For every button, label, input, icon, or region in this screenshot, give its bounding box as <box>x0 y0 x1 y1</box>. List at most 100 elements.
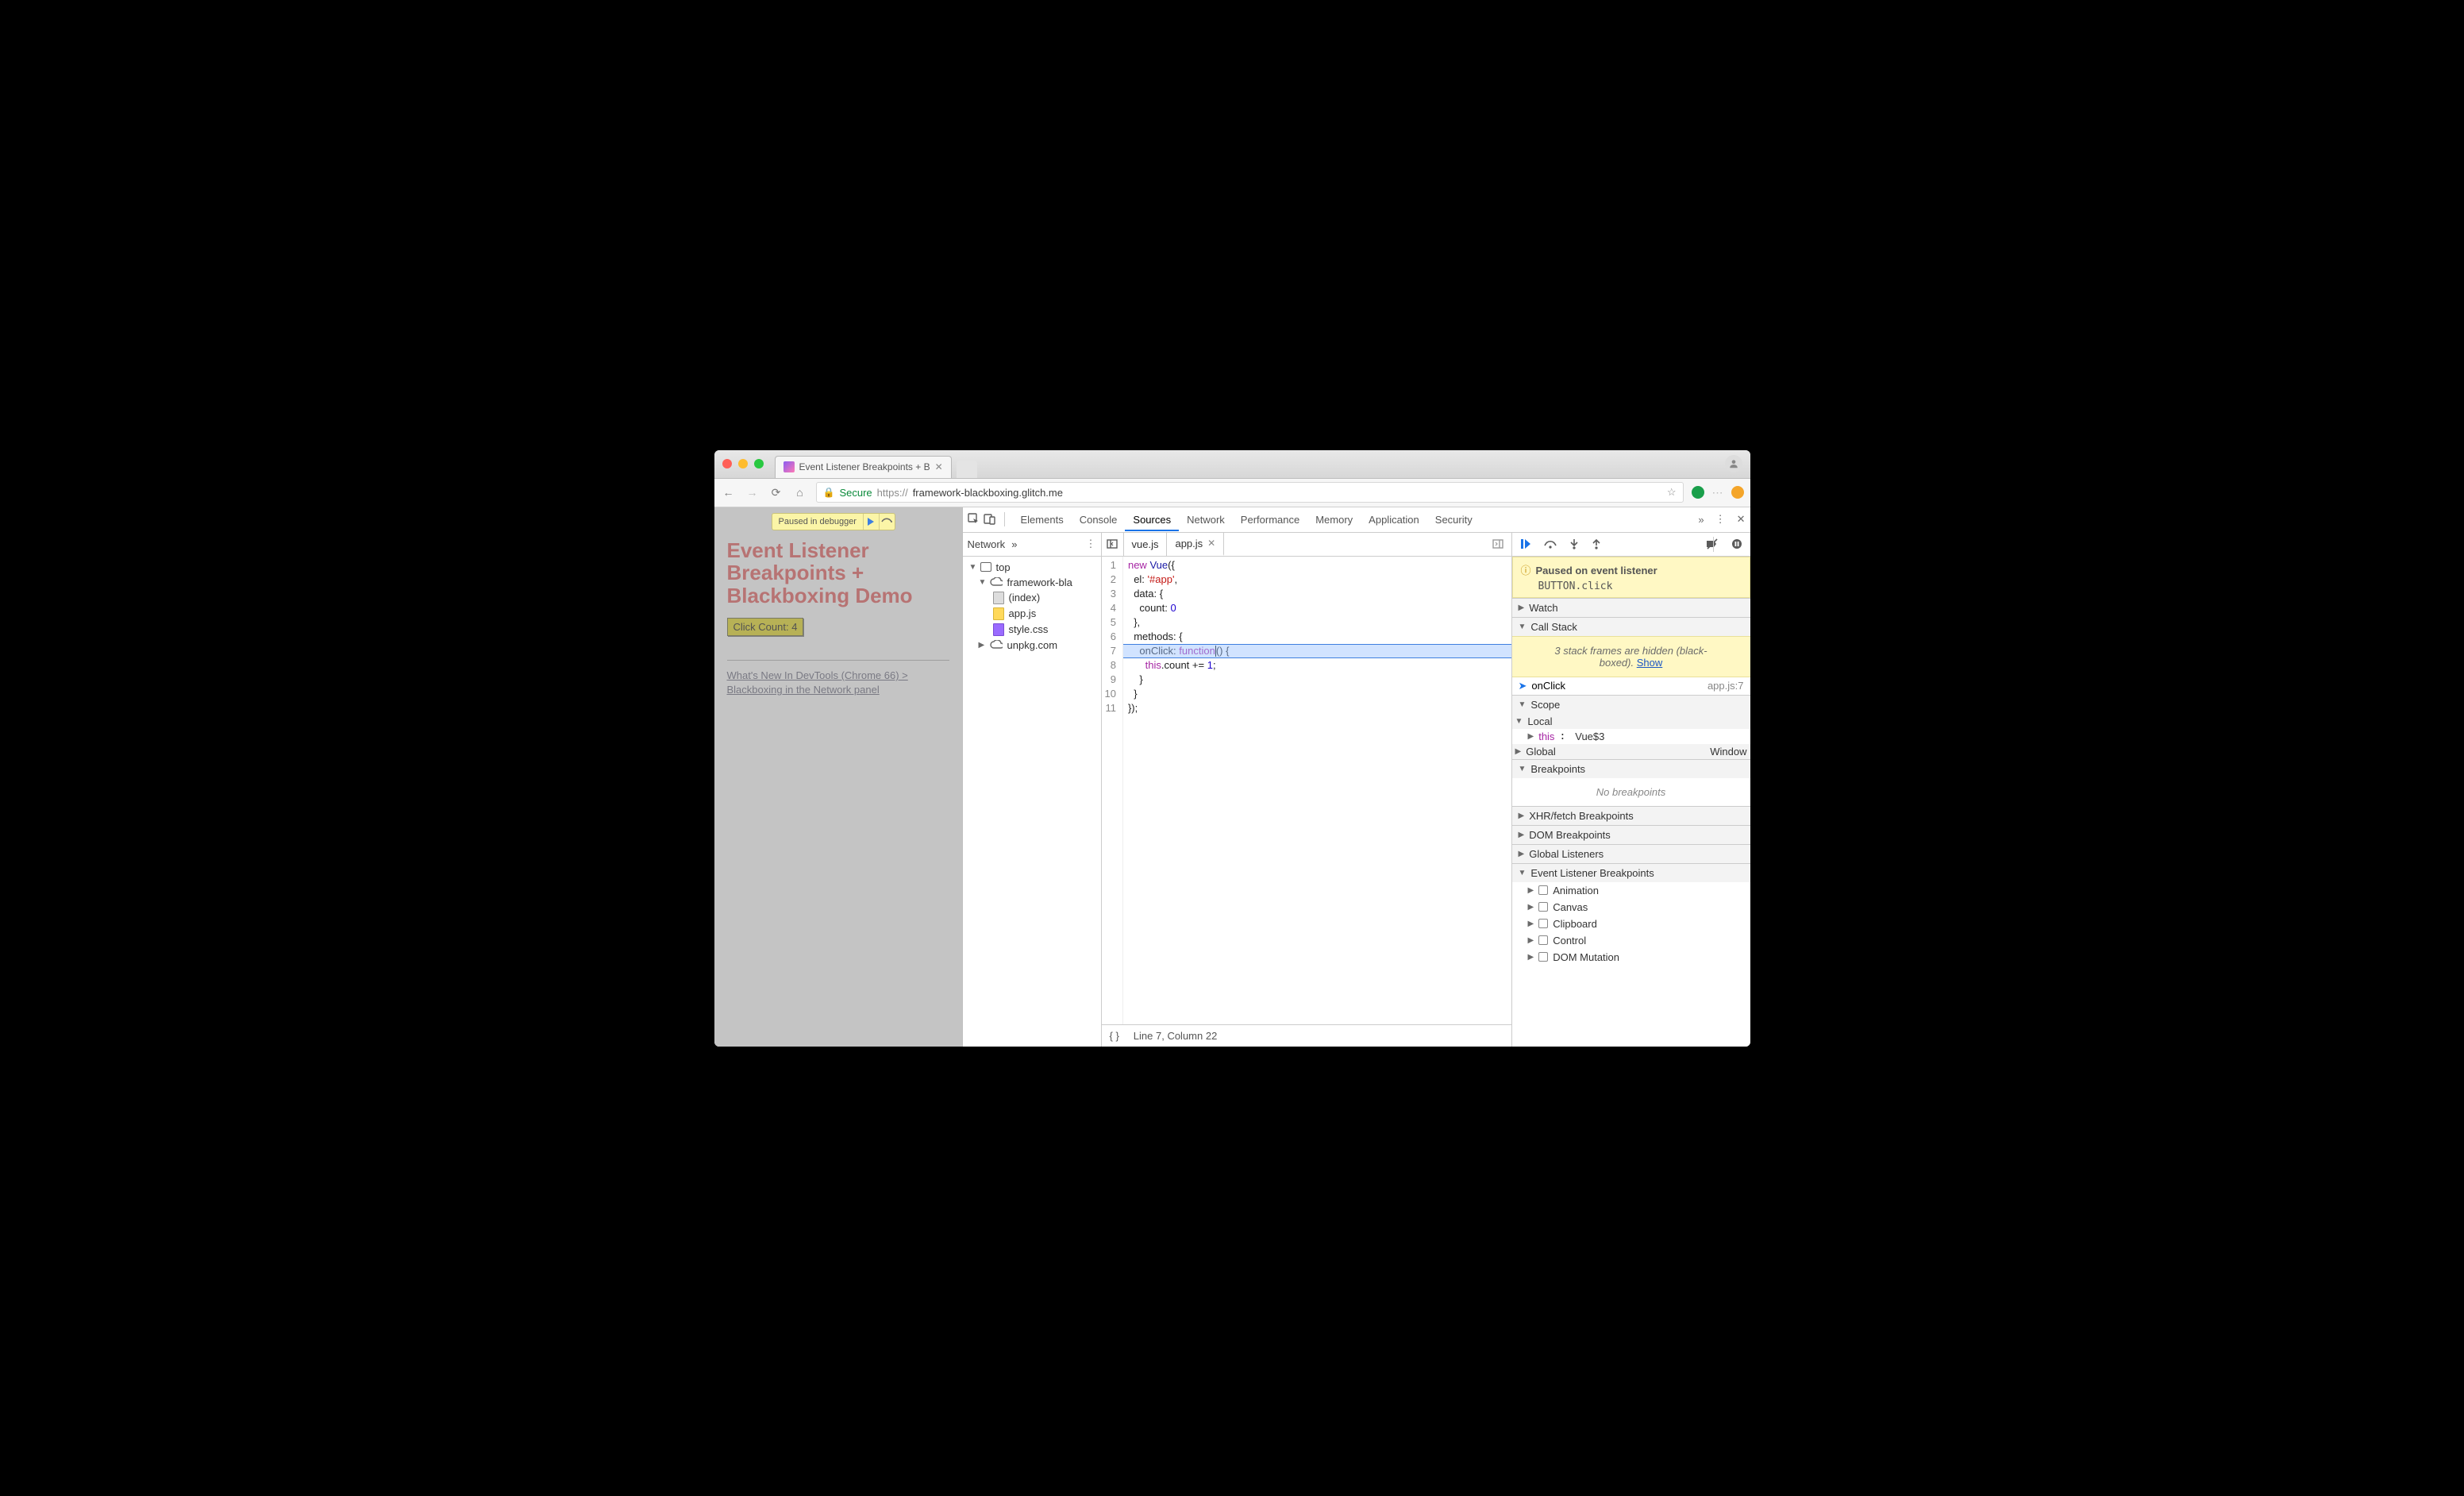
devtools-tab-console[interactable]: Console <box>1072 508 1126 531</box>
device-toggle-icon[interactable] <box>984 513 996 526</box>
devtools-tab-network[interactable]: Network <box>1179 508 1233 531</box>
extension-green-icon[interactable] <box>1692 486 1704 499</box>
section-callstack[interactable]: ▼Call Stack <box>1512 617 1750 636</box>
scope-this[interactable]: ▶this:Vue$3 <box>1512 729 1750 744</box>
editor-tab-vuejs[interactable]: vue.js <box>1124 533 1168 556</box>
scope-local[interactable]: ▼Local <box>1512 714 1750 729</box>
elb-item[interactable]: ▶DOM Mutation <box>1512 949 1750 966</box>
elb-item[interactable]: ▶Clipboard <box>1512 916 1750 932</box>
tree-top[interactable]: ▼top <box>963 560 1101 575</box>
paused-overlay: Paused in debugger <box>772 513 895 530</box>
code-editor[interactable]: 1234567891011 new Vue({ el: '#app', data… <box>1102 557 1511 1024</box>
elb-item[interactable]: ▶Control <box>1512 932 1750 949</box>
close-window[interactable] <box>722 459 732 468</box>
reload-button[interactable]: ⟳ <box>768 486 784 499</box>
editor-tab-appjs[interactable]: app.js✕ <box>1167 533 1224 556</box>
file-icon <box>993 592 1004 604</box>
debugger-scroll[interactable]: ⓘPaused on event listener BUTTON.click ▶… <box>1512 557 1750 1047</box>
kebab-menu-icon[interactable]: ⋮ <box>1715 513 1726 526</box>
section-scope[interactable]: ▼Scope <box>1512 695 1750 714</box>
zoom-window[interactable] <box>754 459 764 468</box>
pause-exceptions-icon[interactable] <box>1731 538 1742 549</box>
show-blackboxed-link[interactable]: Show <box>1637 657 1663 669</box>
section-watch[interactable]: ▶Watch <box>1512 598 1750 617</box>
devtools-tab-elements[interactable]: Elements <box>1013 508 1072 531</box>
page-heading: Event Listener Breakpoints + Blackboxing… <box>727 539 949 607</box>
devtools-tabs: ElementsConsoleSourcesNetworkPerformance… <box>1013 508 1480 531</box>
stack-frame[interactable]: ➤ onClick app.js:7 <box>1512 677 1750 695</box>
info-icon: ⓘ <box>1521 565 1531 576</box>
bookmark-star-icon[interactable]: ☆ <box>1667 486 1677 499</box>
section-breakpoints[interactable]: ▼Breakpoints <box>1512 759 1750 778</box>
debugger-toolbar <box>1512 533 1750 557</box>
new-tab-button[interactable] <box>957 461 977 478</box>
elb-item[interactable]: ▶Canvas <box>1512 899 1750 916</box>
tab-title: Event Listener Breakpoints + B <box>799 461 930 472</box>
browser-window: Event Listener Breakpoints + B ✕ ← → ⟳ ⌂… <box>714 450 1750 1047</box>
devtools-toolbar: ElementsConsoleSourcesNetworkPerformance… <box>963 507 1750 533</box>
inspect-icon[interactable] <box>968 513 980 526</box>
back-button[interactable]: ← <box>721 486 737 499</box>
devtools-tab-sources[interactable]: Sources <box>1125 508 1179 531</box>
close-tab-icon[interactable]: ✕ <box>935 461 943 472</box>
section-dom[interactable]: ▶DOM Breakpoints <box>1512 825 1750 844</box>
step-out-icon[interactable] <box>1592 538 1601 549</box>
tree-file-appjs[interactable]: app.js <box>963 606 1101 622</box>
devtools-tab-memory[interactable]: Memory <box>1307 508 1361 531</box>
section-event-listener-bp[interactable]: ▼Event Listener Breakpoints <box>1512 863 1750 882</box>
more-tabs-icon[interactable]: » <box>1698 514 1704 526</box>
overlay-step-button[interactable] <box>879 514 895 530</box>
section-global-listeners[interactable]: ▶Global Listeners <box>1512 844 1750 863</box>
devtools: ElementsConsoleSourcesNetworkPerformance… <box>963 507 1750 1047</box>
tree-unpkg[interactable]: ▶unpkg.com <box>963 638 1101 653</box>
section-xhr[interactable]: ▶XHR/fetch Breakpoints <box>1512 806 1750 825</box>
navigator-more-icon[interactable]: » <box>1011 538 1017 550</box>
titlebar: Event Listener Breakpoints + B ✕ <box>714 450 1750 479</box>
navigator-kebab-icon[interactable]: ⋮ <box>1086 538 1096 550</box>
navigator-tab-network[interactable]: Network <box>968 538 1006 550</box>
checkbox[interactable] <box>1538 902 1548 912</box>
profile-avatar[interactable] <box>1725 455 1742 472</box>
editor-pane: vue.js app.js✕ 1234567891011 new Vue({ e… <box>1102 533 1512 1047</box>
checkbox[interactable] <box>1538 935 1548 945</box>
no-breakpoints: No breakpoints <box>1512 778 1750 806</box>
step-into-icon[interactable] <box>1569 538 1579 549</box>
extension-orange-icon[interactable] <box>1731 486 1744 499</box>
close-devtools-icon[interactable]: ✕ <box>1737 513 1746 526</box>
paused-banner: ⓘPaused on event listener BUTTON.click <box>1512 557 1750 598</box>
close-editor-tab-icon[interactable]: ✕ <box>1207 538 1215 549</box>
click-count-button[interactable]: Click Count: 4 <box>727 618 804 636</box>
omnibox[interactable]: 🔒 Secure https://framework-blackboxing.g… <box>816 482 1684 503</box>
toggle-debugger-icon[interactable] <box>1484 539 1511 549</box>
frame-icon <box>980 562 991 572</box>
rendered-page: Paused in debugger Event Listener Breakp… <box>714 507 963 1047</box>
code-area[interactable]: new Vue({ el: '#app', data: { count: 0 }… <box>1123 557 1511 1024</box>
scope-global[interactable]: ▶GlobalWindow <box>1512 744 1750 759</box>
devtools-tab-application[interactable]: Application <box>1361 508 1427 531</box>
cloud-icon <box>990 640 1003 650</box>
tree-file-stylecss[interactable]: style.css <box>963 622 1101 638</box>
browser-toolbar: ← → ⟳ ⌂ 🔒 Secure https://framework-black… <box>714 479 1750 507</box>
pretty-print-icon[interactable]: { } <box>1110 1030 1119 1042</box>
checkbox[interactable] <box>1538 885 1548 895</box>
minimize-window[interactable] <box>738 459 748 468</box>
resume-icon[interactable] <box>1520 538 1531 549</box>
devtools-tab-security[interactable]: Security <box>1427 508 1480 531</box>
whatsnew-link[interactable]: What's New In DevTools (Chrome 66) > Bla… <box>727 669 949 696</box>
editor-status-bar: { } Line 7, Column 22 <box>1102 1024 1511 1047</box>
home-button[interactable]: ⌂ <box>792 486 808 499</box>
devtools-tab-performance[interactable]: Performance <box>1233 508 1307 531</box>
forward-button[interactable]: → <box>745 486 760 499</box>
elb-item[interactable]: ▶Animation <box>1512 882 1750 899</box>
step-over-icon[interactable] <box>1544 539 1557 549</box>
checkbox[interactable] <box>1538 919 1548 928</box>
deactivate-breakpoints-icon[interactable] <box>1706 538 1719 549</box>
navigator-tabs: Network » ⋮ <box>963 533 1101 557</box>
tree-file-index[interactable]: (index) <box>963 590 1101 606</box>
toggle-navigator-icon[interactable] <box>1102 533 1124 556</box>
overlay-resume-button[interactable] <box>863 514 879 530</box>
checkbox[interactable] <box>1538 952 1548 962</box>
tree-domain[interactable]: ▼framework-bla <box>963 575 1101 590</box>
extension-dots-icon[interactable]: ⋯ <box>1712 486 1723 499</box>
browser-tab[interactable]: Event Listener Breakpoints + B ✕ <box>775 456 952 478</box>
